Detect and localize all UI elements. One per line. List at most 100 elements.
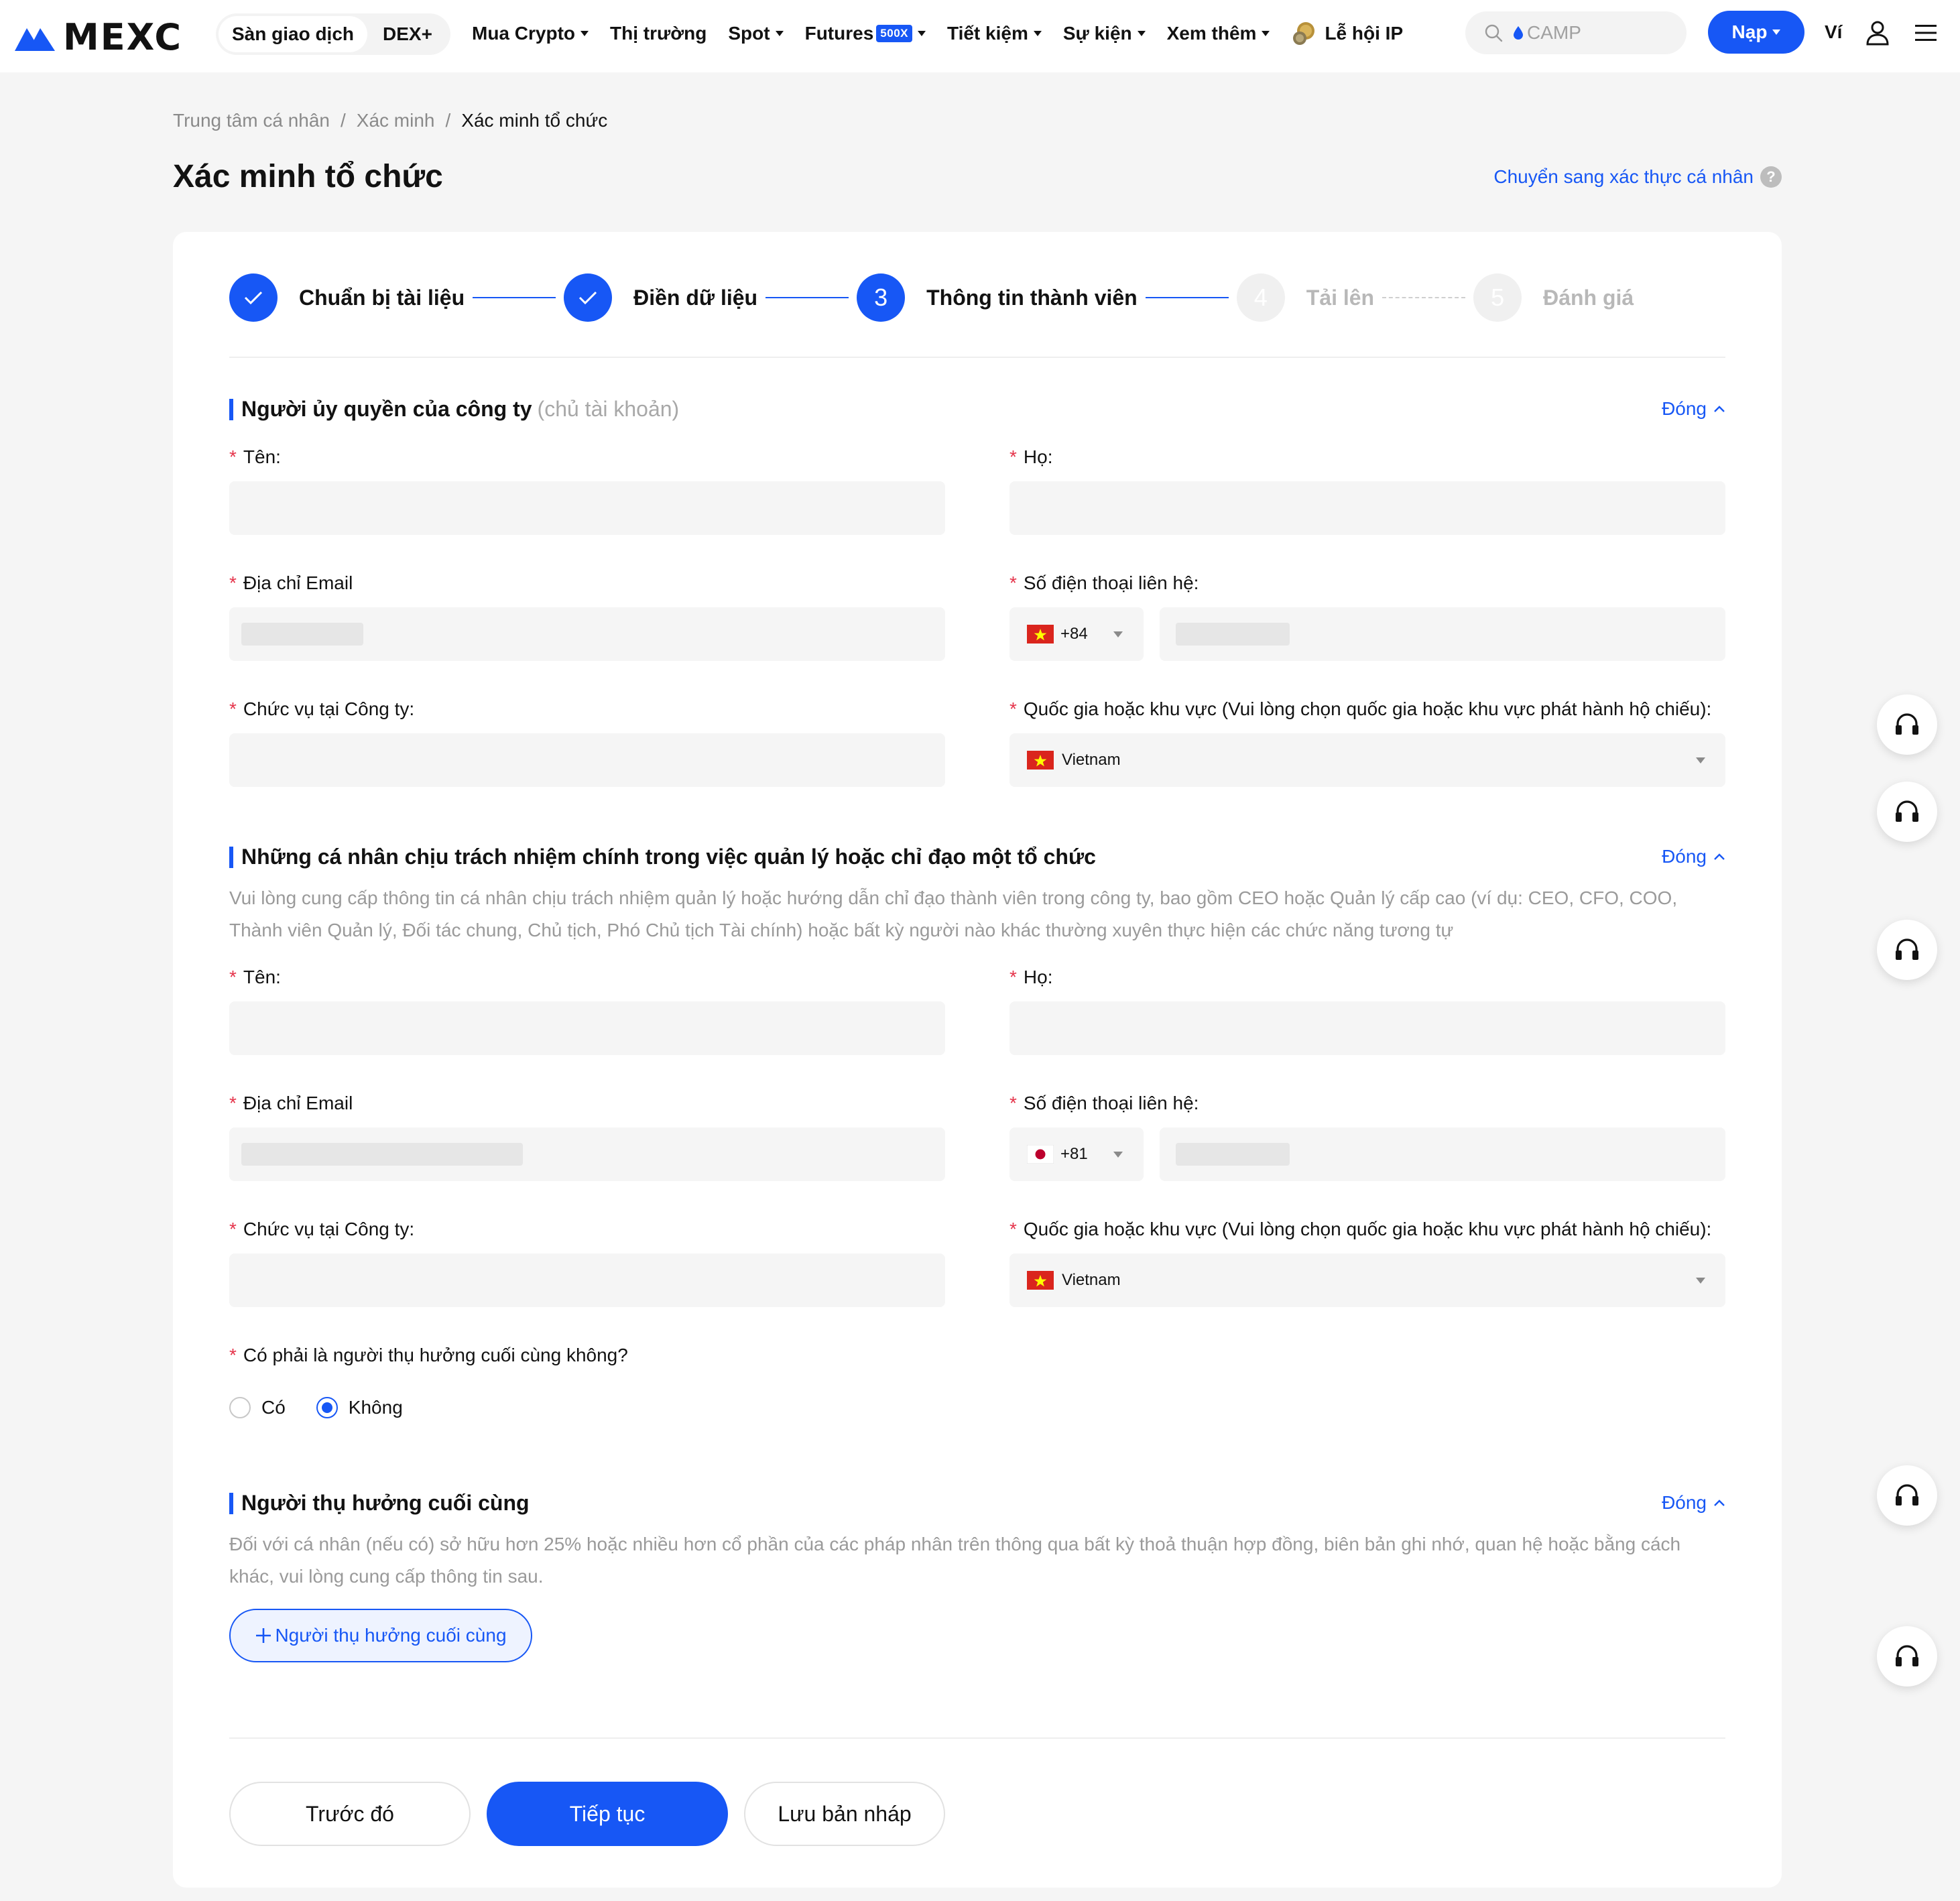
step-5-label: Đánh giá	[1543, 285, 1634, 310]
deposit-label: Nạp	[1731, 21, 1768, 42]
support-button[interactable]	[1877, 1465, 1937, 1526]
country-value: Vietnam	[1062, 751, 1121, 769]
mode-tab-dex[interactable]: DEX+	[367, 16, 448, 52]
radio-yes-label[interactable]: Có	[261, 1397, 286, 1418]
nav-futures[interactable]: Futures 500X	[805, 23, 926, 44]
manager-phone-country-code-select[interactable]: +81	[1009, 1127, 1144, 1181]
page-title: Xác minh tổ chức	[173, 159, 443, 194]
caret-down-icon	[1113, 1151, 1123, 1158]
user-icon[interactable]	[1865, 20, 1890, 46]
collapse-section-1[interactable]: Đóng	[1662, 398, 1725, 420]
breadcrumb-verification[interactable]: Xác minh	[357, 110, 435, 131]
country-select[interactable]: Vietnam	[1009, 733, 1725, 787]
collapse-label: Đóng	[1662, 398, 1707, 419]
label-position: * Chức vụ tại Công ty:	[229, 698, 415, 719]
section-title-text: Người ủy quyền của công ty	[241, 397, 532, 421]
ubo-radio-group: Có Không	[229, 1397, 434, 1418]
phone-number-input[interactable]	[1160, 607, 1725, 661]
manager-email-input[interactable]	[229, 1127, 945, 1181]
wallet-link[interactable]: Ví	[1825, 21, 1842, 43]
email-input[interactable]	[229, 607, 945, 661]
label-email: * Địa chỉ Email	[229, 572, 353, 593]
collapse-section-3[interactable]: Đóng	[1662, 1492, 1725, 1514]
phone-country-code-select[interactable]: +84	[1009, 607, 1144, 661]
switch-link-label: Chuyển sang xác thực cá nhân	[1493, 166, 1754, 187]
nav-spot[interactable]: Spot	[728, 23, 784, 44]
phone-code-value: +81	[1060, 1145, 1088, 1163]
mexc-logo[interactable]: MEXC	[13, 16, 182, 58]
caret-down-icon	[775, 31, 784, 36]
nav-ip-festival[interactable]: Lễ hội IP	[1291, 20, 1403, 47]
chevron-up-icon	[1714, 406, 1725, 412]
breadcrumb: Trung tâm cá nhân / Xác minh / Xác minh …	[173, 110, 607, 131]
nav-more[interactable]: Xem thêm	[1167, 23, 1270, 44]
nav-markets[interactable]: Thị trường	[610, 23, 707, 44]
radio-no-label[interactable]: Không	[349, 1397, 403, 1418]
last-name-input[interactable]	[1009, 481, 1725, 535]
progress-stepper: Chuẩn bị tài liệu Điền dữ liệu 3 Thông t…	[229, 273, 1725, 322]
nav-events[interactable]: Sự kiện	[1063, 23, 1146, 44]
manager-position-input[interactable]	[229, 1253, 945, 1307]
check-icon	[244, 291, 263, 305]
step-1-done	[229, 273, 278, 322]
caret-down-icon	[1137, 31, 1146, 36]
step-connector	[765, 297, 849, 298]
step-4-pending: 4	[1236, 273, 1285, 322]
headset-icon	[1896, 1645, 1918, 1666]
radio-no[interactable]	[316, 1397, 338, 1418]
breadcrumb-personal-center[interactable]: Trung tâm cá nhân	[173, 110, 330, 131]
support-button[interactable]	[1877, 1626, 1937, 1687]
headset-icon	[1896, 713, 1918, 735]
verification-card: Chuẩn bị tài liệu Điền dữ liệu 3 Thông t…	[173, 232, 1782, 1888]
collapse-section-2[interactable]: Đóng	[1662, 846, 1725, 867]
nav-label: Tiết kiệm	[946, 23, 1028, 44]
section-ubo-description: Đối với cá nhân (nếu có) sở hữu hơn 25% …	[229, 1534, 1681, 1587]
flag-vietnam-icon	[1027, 751, 1054, 770]
add-ubo-button[interactable]: Người thụ hưởng cuối cùng	[229, 1609, 532, 1662]
caret-down-icon	[1696, 1278, 1705, 1284]
logo-text: MEXC	[63, 16, 182, 58]
caret-down-icon	[1113, 631, 1123, 637]
section-authorized-person-title: Người ủy quyền của công ty (chủ tài khoả…	[229, 397, 679, 422]
help-icon[interactable]: ?	[1760, 166, 1782, 188]
support-button[interactable]	[1877, 782, 1937, 842]
top-navbar: MEXC Sàn giao dịch DEX+ Mua Crypto Thị t…	[0, 0, 1960, 72]
chevron-up-icon	[1714, 1499, 1725, 1506]
caret-down-icon	[1262, 31, 1270, 36]
manager-country-select[interactable]: Vietnam	[1009, 1253, 1725, 1307]
support-button[interactable]	[1877, 694, 1937, 755]
section-title-text: Người thụ hưởng cuối cùng	[241, 1491, 530, 1515]
continue-button[interactable]: Tiếp tục	[487, 1782, 728, 1846]
radio-yes[interactable]	[229, 1397, 251, 1418]
redacted-value	[241, 623, 363, 646]
nav-label: Sự kiện	[1062, 23, 1132, 44]
nav-buy-crypto[interactable]: Mua Crypto	[472, 23, 589, 44]
step-5-pending: 5	[1473, 273, 1522, 322]
add-ubo-label: Người thụ hưởng cuối cùng	[275, 1625, 507, 1646]
save-draft-button[interactable]: Lưu bản nháp	[744, 1782, 945, 1846]
manager-last-name-input[interactable]	[1009, 1001, 1725, 1055]
nav-label: Futures	[804, 23, 874, 44]
step-4-label: Tải lên	[1306, 285, 1375, 310]
mode-tab-exchange[interactable]: Sàn giao dịch	[219, 16, 367, 52]
menu-icon[interactable]	[1914, 23, 1938, 43]
position-input[interactable]	[229, 733, 945, 787]
deposit-button[interactable]: Nạp	[1708, 11, 1804, 54]
nav-savings[interactable]: Tiết kiệm	[947, 23, 1042, 44]
step-1-label: Chuẩn bị tài liệu	[299, 285, 465, 310]
search-placeholder: CAMP	[1527, 22, 1581, 43]
breadcrumb-current: Xác minh tổ chức	[461, 110, 608, 131]
manager-first-name-input[interactable]	[229, 1001, 945, 1055]
search-input[interactable]: CAMP	[1465, 11, 1687, 54]
label-last-name: * Họ:	[1009, 446, 1053, 467]
manager-phone-number-input[interactable]	[1160, 1127, 1725, 1181]
switch-to-personal-link[interactable]: Chuyển sang xác thực cá nhân ?	[1493, 166, 1782, 188]
support-button[interactable]	[1877, 920, 1937, 980]
leverage-badge: 500X	[876, 25, 912, 42]
section-management-description: Vui lòng cung cấp thông tin cá nhân chịu…	[229, 887, 1678, 940]
breadcrumb-separator: /	[445, 110, 451, 131]
previous-button[interactable]: Trước đó	[229, 1782, 471, 1846]
first-name-input[interactable]	[229, 481, 945, 535]
section-ubo-title: Người thụ hưởng cuối cùng	[229, 1491, 530, 1516]
step-connector	[1382, 297, 1466, 298]
